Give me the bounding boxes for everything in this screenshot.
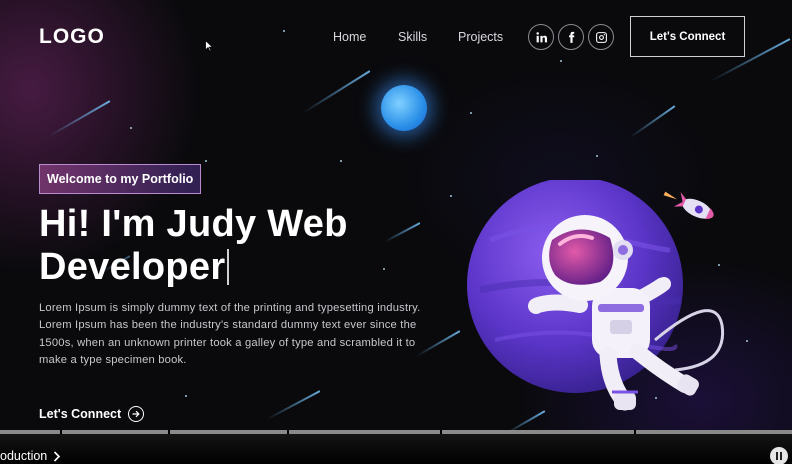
linkedin-icon (535, 31, 547, 42)
pause-button[interactable] (770, 447, 788, 464)
hero-title: Hi! I'm Judy Web Developer (39, 203, 419, 289)
star (185, 395, 187, 397)
hero-connect-label: Let's Connect (39, 407, 122, 421)
star (450, 195, 452, 197)
star (205, 160, 207, 162)
nav-home[interactable]: Home (333, 30, 366, 44)
typing-caret (227, 249, 230, 285)
arrow-right-circle-icon (128, 406, 145, 422)
hero-connect-link[interactable]: Let's Connect (39, 406, 145, 422)
facebook-button[interactable] (558, 24, 584, 50)
instagram-icon (595, 31, 607, 43)
hero-section: LOGO Home Skills Projects Let's Connect … (0, 0, 792, 430)
shooting-star (266, 390, 321, 421)
instagram-button[interactable] (588, 24, 614, 50)
linkedin-button[interactable] (528, 24, 554, 50)
hero-title-line2-text: Developer (39, 246, 226, 288)
nav-projects[interactable]: Projects (458, 30, 503, 44)
video-controls-bar (0, 434, 792, 464)
pause-icon (776, 452, 778, 460)
star (130, 127, 132, 129)
chapter-title-button[interactable]: oduction (0, 449, 61, 463)
logo[interactable]: LOGO (39, 25, 105, 49)
glowing-planet (381, 85, 427, 131)
shooting-star (48, 100, 111, 137)
star (470, 112, 472, 114)
hero-title-line1: Hi! I'm Judy Web (39, 203, 348, 245)
chapter-title-text: oduction (0, 449, 48, 463)
chevron-right-icon (54, 450, 61, 462)
shooting-star (629, 105, 676, 139)
nav-skills[interactable]: Skills (398, 30, 427, 44)
tagline-badge: Welcome to my Portfolio (39, 164, 202, 194)
astronaut-illustration (467, 180, 725, 411)
hero-title-line2: Developer (39, 246, 419, 289)
star (283, 30, 285, 32)
hero-description: Lorem Ipsum is simply dummy text of the … (39, 302, 421, 366)
star (596, 155, 598, 157)
star (560, 60, 562, 62)
shooting-star (301, 70, 371, 115)
star (340, 160, 342, 162)
mouse-cursor-icon (205, 40, 213, 52)
star (746, 340, 748, 342)
facebook-icon (568, 31, 574, 43)
lets-connect-button[interactable]: Let's Connect (630, 16, 745, 57)
